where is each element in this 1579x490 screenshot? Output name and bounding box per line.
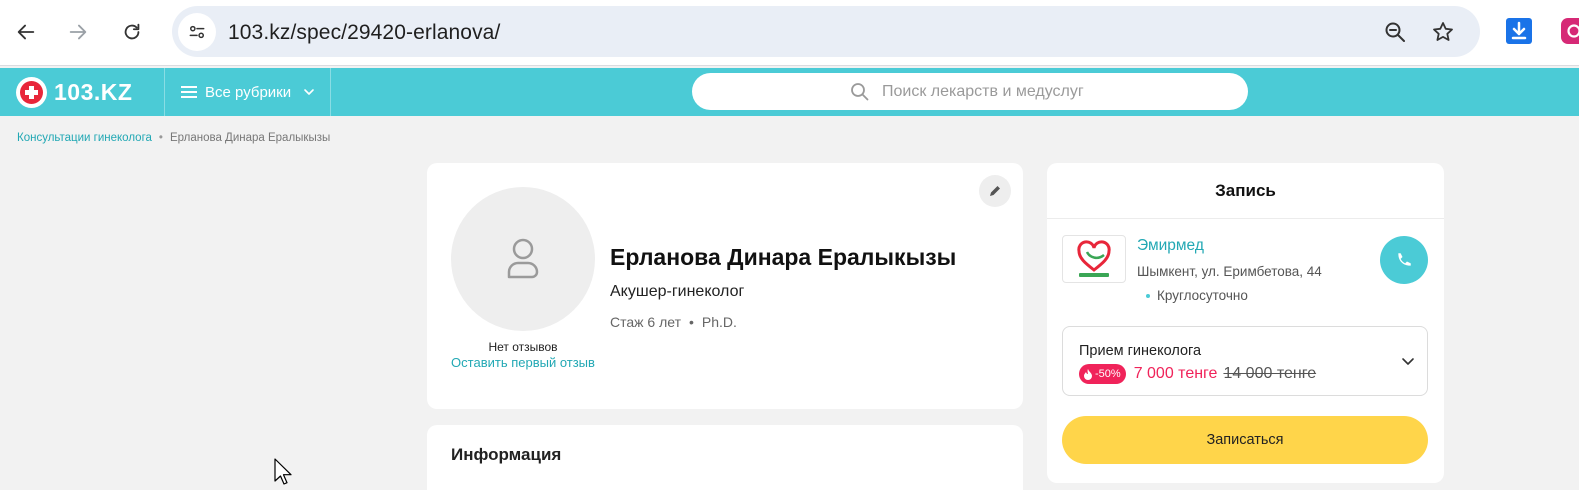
all-categories-button[interactable]: Все рубрики xyxy=(164,68,331,116)
user-placeholder-icon xyxy=(507,238,539,279)
clinic-address: Шымкент, ул. Еримбетова, 44 xyxy=(1137,264,1322,279)
service-name: Прием гинеколога xyxy=(1079,343,1202,359)
doctor-name: Ерланова Динара Ералыкызы xyxy=(610,244,957,270)
search-input[interactable] xyxy=(882,79,1222,105)
instagram-icon[interactable] xyxy=(1560,17,1579,45)
doctor-meta: Стаж 6 лет • Ph.D. xyxy=(610,314,737,330)
discount-label: -50% xyxy=(1095,368,1121,380)
leave-first-review-link[interactable]: Оставить первый отзыв xyxy=(451,355,595,371)
booking-title: Запись xyxy=(1047,163,1444,219)
price-row: -50% 7 000 тенге 14 000 тенге xyxy=(1079,364,1316,384)
doctor-card: Нет отзывов Оставить первый отзыв Ерлано… xyxy=(427,163,1023,409)
heart-logo-icon xyxy=(1077,240,1111,277)
booking-card: Запись Эмирмед Шымкент, ул. Еримбетова, … xyxy=(1047,163,1444,483)
clinic-logo[interactable] xyxy=(1062,235,1126,283)
zoom-icon[interactable] xyxy=(1382,19,1408,45)
phone-icon xyxy=(1398,253,1411,266)
reload-icon[interactable] xyxy=(114,14,150,50)
price-old: 14 000 тенге xyxy=(1223,365,1317,382)
doctor-specialty: Акушер-гинеколог xyxy=(610,283,745,300)
browser-toolbar: 103.kz/spec/29420-erlanova/ xyxy=(0,0,1579,66)
breadcrumb-link-consultations[interactable]: Консультации гинеколога xyxy=(17,132,152,144)
book-appointment-button[interactable]: Записаться xyxy=(1062,416,1428,464)
doctor-experience: Стаж 6 лет xyxy=(610,314,681,330)
doctor-degree: Ph.D. xyxy=(701,314,737,330)
breadcrumb: Консультации гинеколога • Ерланова Динар… xyxy=(17,132,330,144)
call-button[interactable] xyxy=(1380,236,1428,284)
star-icon[interactable] xyxy=(1430,19,1456,45)
chevron-down-icon xyxy=(1402,358,1414,365)
status-dot-icon xyxy=(1146,293,1150,298)
clinic-name-link[interactable]: Эмирмед xyxy=(1137,237,1204,255)
site-header: 103.KZ Все рубрики xyxy=(0,68,1579,116)
fire-icon xyxy=(1084,369,1092,380)
clinic-hours-label: Круглосуточно xyxy=(1157,288,1248,303)
site-info-icon[interactable] xyxy=(178,13,216,51)
forward-arrow-icon[interactable] xyxy=(60,14,96,50)
search-box[interactable] xyxy=(692,73,1248,110)
back-arrow-icon[interactable] xyxy=(8,14,44,50)
clinic-hours: Круглосуточно xyxy=(1137,288,1248,303)
logo-text: 103.KZ xyxy=(54,78,133,105)
breadcrumb-separator: • xyxy=(158,132,163,144)
service-select[interactable]: Прием гинеколога -50% 7 000 тенге 14 000… xyxy=(1062,326,1428,396)
cross-logo-icon xyxy=(16,76,47,108)
price-new: 7 000 тенге xyxy=(1133,365,1218,382)
menu-icon xyxy=(181,86,197,98)
information-title: Информация xyxy=(451,445,562,464)
all-categories-label: Все рубрики xyxy=(205,83,292,101)
address-bar[interactable]: 103.kz/spec/29420-erlanova/ xyxy=(172,6,1480,57)
site-logo[interactable]: 103.KZ xyxy=(16,76,132,108)
search-icon xyxy=(851,83,869,101)
information-card: Информация xyxy=(427,425,1023,490)
download-icon[interactable] xyxy=(1505,17,1533,45)
edit-button[interactable] xyxy=(979,175,1011,207)
no-reviews-label: Нет отзывов xyxy=(488,340,558,354)
avatar xyxy=(451,187,595,331)
url-text[interactable]: 103.kz/spec/29420-erlanova/ xyxy=(228,21,500,45)
pencil-icon xyxy=(990,186,1000,196)
chevron-down-icon xyxy=(304,89,314,95)
discount-badge: -50% xyxy=(1079,364,1126,384)
breadcrumb-current: Ерланова Динара Ералыкызы xyxy=(169,132,331,144)
mouse-cursor-icon xyxy=(274,458,292,485)
meta-separator: • xyxy=(688,314,694,330)
